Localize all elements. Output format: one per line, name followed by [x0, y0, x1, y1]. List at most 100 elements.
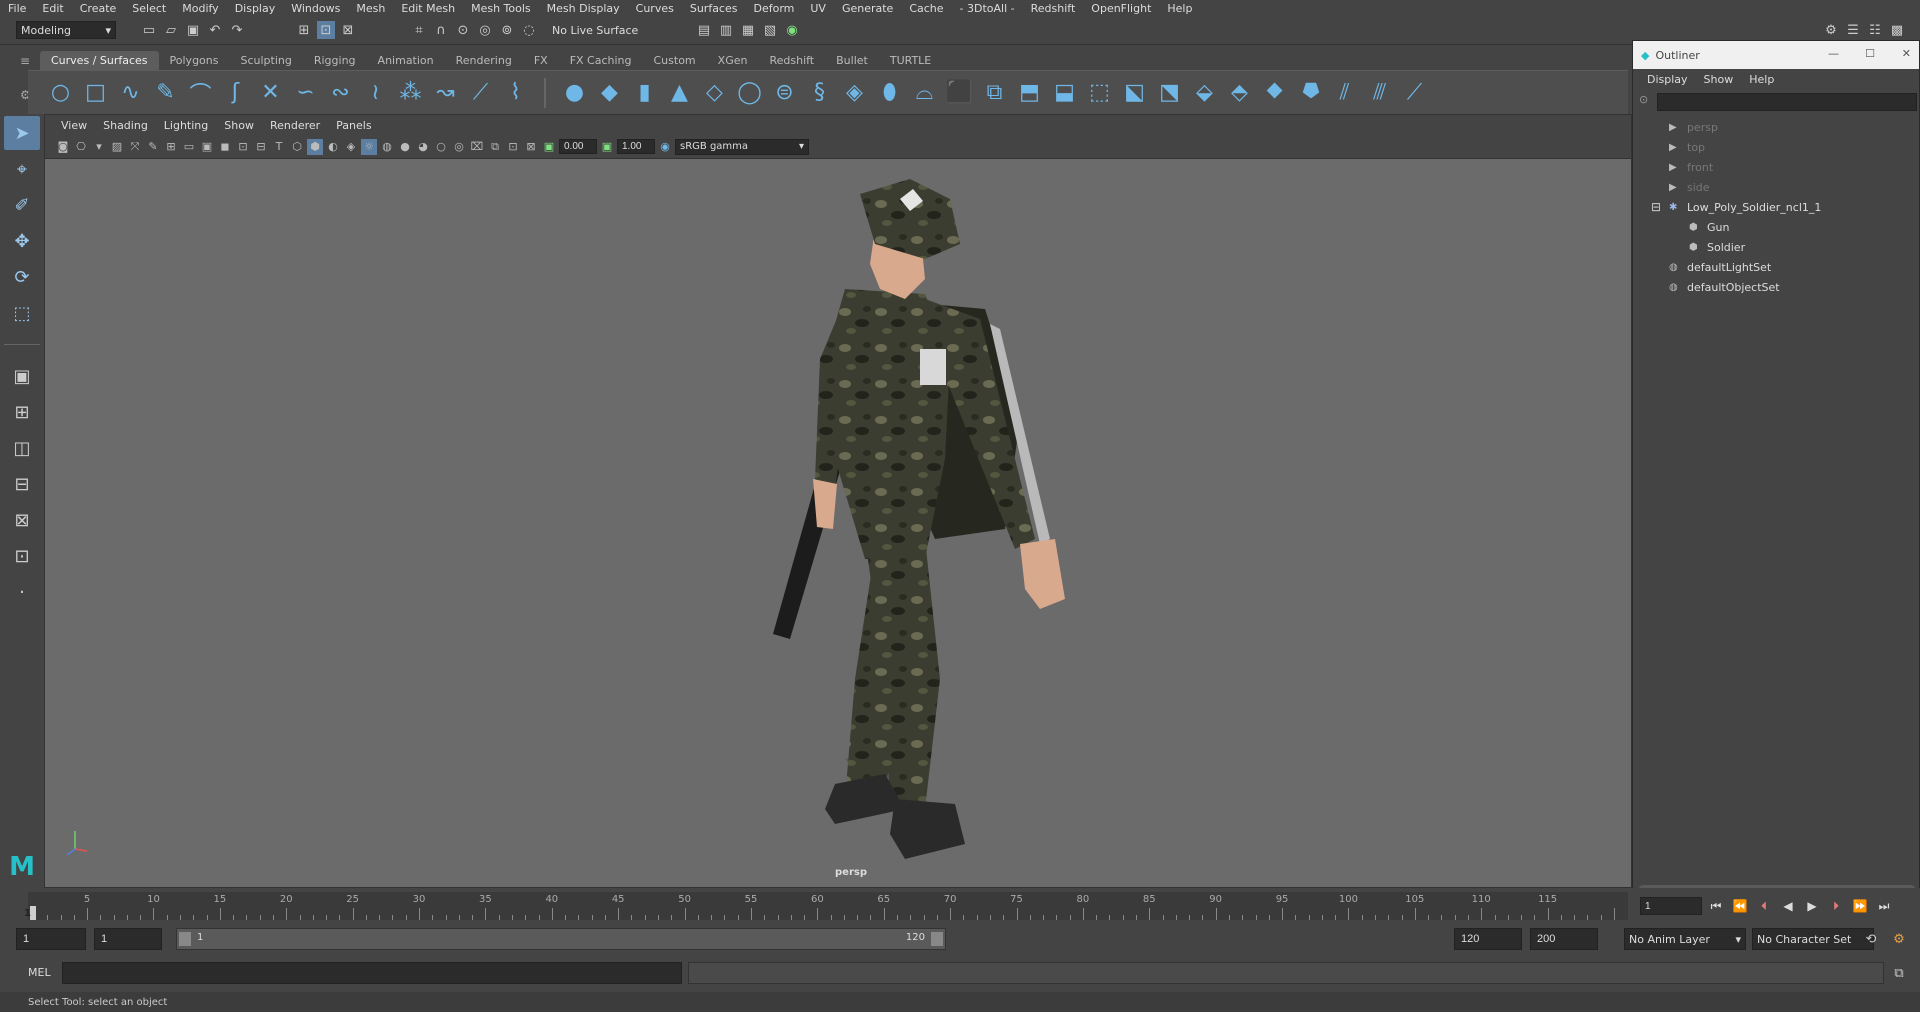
image-plane-icon[interactable]: ▨ — [109, 139, 125, 155]
menu-item[interactable]: Surfaces — [682, 2, 746, 15]
nurbs-cylinder-icon[interactable]: ▮ — [630, 78, 659, 107]
outliner-item[interactable]: ◍ defaultObjectSet — [1633, 277, 1919, 297]
layout-hypershade-icon[interactable]: ⊡ — [4, 539, 40, 573]
panel-menu-item[interactable]: Panels — [328, 119, 379, 132]
nurbs-circle-icon[interactable]: ○ — [46, 78, 75, 107]
panel-menu-item[interactable]: Lighting — [156, 119, 216, 132]
field-chart-icon[interactable]: ⊡ — [235, 139, 251, 155]
menu-item[interactable]: Display — [227, 2, 284, 15]
workspace-dropdown[interactable]: Modeling ▾ — [16, 21, 116, 39]
pencil-curve-icon[interactable]: ✎ — [151, 78, 180, 107]
nurbs-sphere-icon[interactable]: ● — [560, 78, 589, 107]
panel-menu-item[interactable]: Show — [216, 119, 262, 132]
menu-item[interactable]: File — [0, 2, 34, 15]
snap-curve-icon[interactable]: ∩ — [432, 21, 450, 39]
panel-menu-item[interactable]: Renderer — [262, 119, 328, 132]
outliner-menu-item[interactable]: Help — [1741, 73, 1782, 86]
nurbs-cone-icon[interactable]: ▲ — [665, 78, 694, 107]
outliner-menu-item[interactable]: Display — [1639, 73, 1696, 86]
shelf-tab[interactable]: FX Caching — [559, 51, 643, 70]
outliner-item[interactable]: ▶ side — [1633, 177, 1919, 197]
menu-item[interactable]: Cache — [901, 2, 951, 15]
animation-end-field[interactable] — [1530, 928, 1598, 950]
shelf-tab[interactable]: FX — [523, 51, 559, 70]
select-tool-icon[interactable]: ➤ — [4, 116, 40, 150]
project-curve-icon[interactable]: ⬓ — [1050, 78, 1079, 107]
play-forwards-icon[interactable]: ▶ — [1802, 896, 1822, 916]
exposure-field[interactable] — [559, 139, 597, 154]
shelf-tab[interactable]: Sculpting — [229, 51, 302, 70]
menu-item[interactable]: Edit — [34, 2, 71, 15]
grease-pencil-icon[interactable]: ✎ — [145, 139, 161, 155]
film-gate-icon[interactable]: ▭ — [181, 139, 197, 155]
menu-item[interactable]: Edit Mesh — [393, 2, 463, 15]
layout-single-icon[interactable]: ▣ — [4, 359, 40, 393]
minimize-icon[interactable]: — — [1828, 47, 1839, 60]
menu-item[interactable]: OpenFlight — [1083, 2, 1159, 15]
attach-surface-icon[interactable]: ⬙ — [1190, 78, 1219, 107]
menu-item[interactable]: Modify — [174, 2, 226, 15]
revolve-icon[interactable]: ⊜ — [770, 78, 799, 107]
cv-curve-icon[interactable]: ⌒ — [186, 78, 215, 108]
playback-start-field[interactable] — [94, 928, 162, 950]
range-bar[interactable]: 1 120 — [176, 928, 946, 950]
menu-item[interactable]: - 3DtoAll - — [952, 2, 1023, 15]
shelf-tab[interactable]: XGen — [707, 51, 759, 70]
step-back-key-icon[interactable]: ⏴ — [1754, 896, 1774, 916]
undo-icon[interactable]: ↶ — [206, 21, 224, 39]
shelf-tab[interactable]: Rendering — [445, 51, 523, 70]
motion-blur-icon[interactable]: ◕ — [415, 139, 431, 155]
outliner-item[interactable]: ⬢ Gun — [1633, 217, 1919, 237]
shelf-tab[interactable]: Curves / Surfaces — [40, 51, 159, 70]
menu-item[interactable]: Create — [72, 2, 125, 15]
move-tool-icon[interactable]: ✥ — [4, 224, 40, 258]
grid-icon[interactable]: ⊞ — [163, 139, 179, 155]
nurbs-plane-icon[interactable]: ◇ — [700, 78, 729, 107]
modeling-toolkit-icon[interactable]: ⚙ — [1822, 21, 1840, 39]
outliner-search-input[interactable] — [1657, 93, 1917, 111]
surface-fillet-icon[interactable]: ⟋ — [1400, 78, 1429, 107]
go-to-start-icon[interactable]: ⏮ — [1706, 896, 1726, 916]
menu-item[interactable]: Help — [1159, 2, 1200, 15]
safe-title-icon[interactable]: T — [271, 139, 287, 155]
extend-surface-icon[interactable]: ⫽ — [1330, 78, 1359, 107]
snap-view-plane-icon[interactable]: ◎ — [476, 21, 494, 39]
birail-icon[interactable]: ⌓ — [910, 78, 939, 107]
step-forward-icon[interactable]: ⏩ — [1850, 896, 1870, 916]
paint-select-tool-icon[interactable]: ✐ — [4, 188, 40, 222]
redo-icon[interactable]: ↷ — [228, 21, 246, 39]
tool-settings-icon[interactable]: ☷ — [1866, 21, 1884, 39]
insert-isoparm-icon[interactable]: ⯂ — [1295, 78, 1324, 107]
collapse-toggle-icon[interactable]: ⊟ — [1651, 200, 1661, 214]
outliner-item[interactable]: ▶ persp — [1633, 117, 1919, 137]
attribute-editor-icon[interactable]: ☰ — [1844, 21, 1862, 39]
menu-item[interactable]: Mesh Tools — [463, 2, 539, 15]
anim-layer-dropdown[interactable]: No Anim Layer ▾ — [1624, 928, 1746, 950]
shelf-tab[interactable]: Custom — [643, 51, 707, 70]
safe-action-icon[interactable]: ⊟ — [253, 139, 269, 155]
shelf-tab[interactable]: Polygons — [159, 51, 230, 70]
panel-menu-item[interactable]: Shading — [95, 119, 156, 132]
shelf-menu-icon[interactable]: ≡ — [20, 54, 34, 68]
live-surface-field[interactable]: No Live Surface — [552, 21, 656, 39]
untrim-icon[interactable]: ⬔ — [1155, 78, 1184, 107]
select-camera-icon[interactable]: ◙ — [55, 139, 71, 155]
open-scene-icon[interactable]: ▱ — [162, 21, 180, 39]
layout-persp-graph-icon[interactable]: ⊠ — [4, 503, 40, 537]
menu-item[interactable]: Windows — [283, 2, 348, 15]
render-settings-icon[interactable]: ▤ — [695, 21, 713, 39]
wireframe-on-shaded-icon[interactable]: ◐ — [325, 139, 341, 155]
snap-live-icon[interactable]: ◌ — [520, 21, 538, 39]
anti-aliasing-icon[interactable]: ○ — [433, 139, 449, 155]
ipr-render-icon[interactable]: ▦ — [739, 21, 757, 39]
use-all-lights-icon[interactable]: ☼ — [361, 138, 377, 155]
loft-icon[interactable]: § — [805, 78, 834, 107]
gate-mask-icon[interactable]: ◼ — [217, 139, 233, 155]
command-input[interactable] — [62, 962, 682, 984]
render-view-icon[interactable]: ▧ — [761, 21, 779, 39]
exposure-icon[interactable]: ▣ — [541, 139, 557, 155]
layout-persp-outliner-icon[interactable]: ⊟ — [4, 467, 40, 501]
animation-preferences-icon[interactable]: ⚙ — [1890, 930, 1908, 948]
layout-four-icon[interactable]: ⊞ — [4, 395, 40, 429]
gamma-field[interactable] — [617, 139, 655, 154]
